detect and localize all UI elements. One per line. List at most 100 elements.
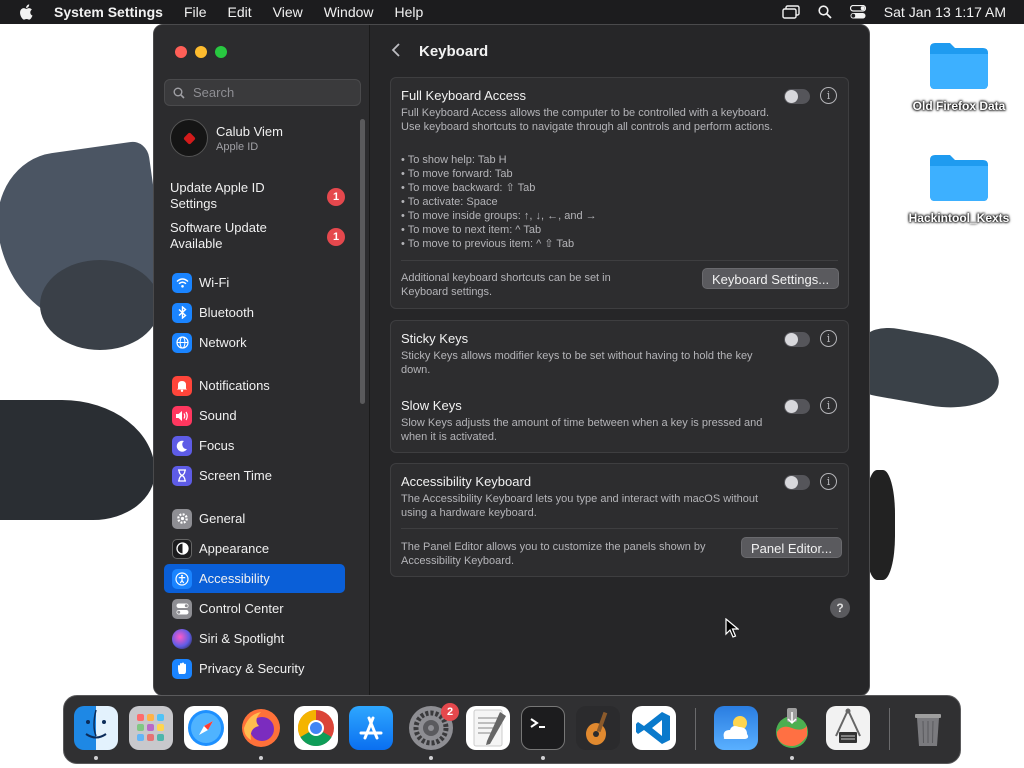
sidebar-item-sound[interactable]: Sound	[164, 401, 345, 430]
menubar-clock[interactable]: Sat Jan 13 1:17 AM	[884, 4, 1006, 20]
avatar	[170, 119, 208, 157]
dock-separator	[889, 708, 890, 750]
profile-name: Calub Viem	[216, 123, 283, 139]
siri-icon	[172, 628, 192, 649]
finder-icon[interactable]	[74, 706, 118, 750]
sidebar-item-focus[interactable]: Focus	[164, 431, 345, 460]
accessibility-keyboard-description: The Accessibility Keyboard lets you type…	[401, 493, 759, 519]
spotlight-icon[interactable]	[818, 5, 832, 19]
accessibility-keyboard-toggle[interactable]	[784, 475, 810, 490]
apple-menu-icon[interactable]	[18, 3, 36, 21]
safari-icon[interactable]	[184, 706, 228, 750]
shortcut-tip: • To move inside groups: ↑, ↓, ←, and →	[401, 210, 597, 222]
dock-separator	[695, 708, 696, 750]
installer-icon[interactable]	[770, 706, 814, 750]
notice-badge: 1	[327, 188, 345, 206]
sidebar-item-label: Screen Time	[199, 468, 272, 483]
bell-icon	[172, 375, 192, 396]
dock-running-indicator	[790, 756, 794, 760]
sidebar-item-wifi[interactable]: Wi-Fi	[164, 268, 345, 297]
vscode-icon[interactable]	[632, 706, 676, 750]
slow-keys-toggle[interactable]	[784, 399, 810, 414]
close-button[interactable]	[175, 46, 187, 58]
shortcut-tip: • To move to next item: ^ Tab	[401, 224, 542, 236]
weather-icon[interactable]	[714, 706, 758, 750]
sidebar-item-control-center[interactable]: Control Center	[164, 594, 345, 623]
panel-editor-note: The Panel Editor allows you to customize…	[401, 541, 706, 567]
profile-subtitle: Apple ID	[216, 140, 259, 153]
garageband-icon[interactable]	[576, 706, 620, 750]
control-center-icon	[172, 598, 192, 619]
sidebar-item-appearance[interactable]: Appearance	[164, 534, 345, 563]
search-input[interactable]	[193, 85, 343, 100]
textedit-icon[interactable]	[466, 706, 510, 750]
apple-id-profile[interactable]: Calub Viem Apple ID	[170, 119, 283, 157]
notice-label: Update Apple ID Settings	[170, 180, 265, 211]
sidebar-item-screen-time[interactable]: Screen Time	[164, 461, 345, 490]
search-icon	[173, 87, 185, 99]
notice-badge: 1	[327, 228, 345, 246]
shortcut-tip: • To move to previous item: ^ ⇧ Tab	[401, 238, 575, 250]
terminal-icon[interactable]	[521, 706, 565, 750]
sidebar-item-bluetooth[interactable]: Bluetooth	[164, 298, 345, 327]
sidebar-item-siri-spotlight[interactable]: Siri & Spotlight	[164, 624, 345, 653]
chrome-icon[interactable]	[294, 706, 338, 750]
launchpad-icon[interactable]	[129, 706, 173, 750]
wifi-icon	[172, 272, 192, 293]
system-info-icon[interactable]	[826, 706, 870, 750]
sidebar-item-label: Control Center	[199, 601, 284, 616]
app-store-icon[interactable]	[349, 706, 393, 750]
back-chevron-icon[interactable]	[391, 42, 401, 63]
sticky-keys-toggle[interactable]	[784, 332, 810, 347]
firefox-icon[interactable]	[239, 706, 283, 750]
zoom-button[interactable]	[215, 46, 227, 58]
menu-file[interactable]: File	[184, 4, 207, 20]
notice-label: Software Update Available	[170, 220, 267, 251]
gear-icon	[172, 508, 192, 529]
shortcut-tip: • To move forward: Tab	[401, 168, 513, 180]
sidebar-item-general[interactable]: General	[164, 504, 345, 533]
screen-mirroring-icon[interactable]	[782, 5, 800, 19]
full-keyboard-access-title: Full Keyboard Access	[401, 88, 527, 103]
dock-running-indicator	[429, 756, 433, 760]
full-keyboard-access-card: Full Keyboard Access Full Keyboard Acces…	[390, 77, 849, 309]
shortcut-tip: • To show help: Tab H	[401, 154, 507, 166]
menu-window[interactable]: Window	[324, 4, 374, 20]
sidebar-item-network[interactable]: Network	[164, 328, 345, 357]
control-center-icon[interactable]	[849, 5, 866, 19]
window-controls	[175, 46, 227, 58]
sidebar-item-label: Notifications	[199, 378, 270, 393]
sidebar-item-notifications[interactable]: Notifications	[164, 371, 345, 400]
menu-help[interactable]: Help	[395, 4, 424, 20]
sidebar-item-label: Accessibility	[199, 571, 270, 586]
menu-app-name[interactable]: System Settings	[54, 4, 163, 20]
speaker-icon	[172, 405, 192, 426]
desktop-folder-old-firefox-data[interactable]: Old Firefox Data	[899, 40, 1019, 113]
sidebar-item-privacy-security[interactable]: Privacy & Security	[164, 654, 345, 683]
software-update-notice[interactable]: Software Update Available 1	[170, 220, 345, 252]
info-icon[interactable]: i	[820, 330, 837, 347]
sidebar-item-label: Bluetooth	[199, 305, 254, 320]
info-icon[interactable]: i	[820, 397, 837, 414]
sidebar-scroll-thumb[interactable]	[360, 119, 365, 404]
folder-icon	[928, 40, 990, 90]
menu-edit[interactable]: Edit	[228, 4, 252, 20]
trash-icon[interactable]	[906, 706, 950, 750]
panel-editor-button[interactable]: Panel Editor...	[741, 537, 842, 558]
update-apple-id-notice[interactable]: Update Apple ID Settings 1	[170, 180, 345, 212]
search-field[interactable]	[164, 79, 361, 106]
info-icon[interactable]: i	[820, 473, 837, 490]
minimize-button[interactable]	[195, 46, 207, 58]
keyboard-settings-button[interactable]: Keyboard Settings...	[702, 268, 840, 289]
sidebar-item-label: Wi-Fi	[199, 275, 230, 290]
info-icon[interactable]: i	[820, 87, 837, 104]
sidebar-item-accessibility[interactable]: Accessibility	[164, 564, 345, 593]
full-keyboard-access-toggle[interactable]	[784, 89, 810, 104]
system-settings-window: Calub Viem Apple ID Update Apple ID Sett…	[153, 24, 870, 696]
sidebar-item-label: Focus	[199, 438, 235, 453]
desktop-folder-hackintool-kexts[interactable]: Hackintool_Kexts	[899, 152, 1019, 225]
menu-bar: System Settings File Edit View Window He…	[0, 0, 1024, 24]
help-button[interactable]: ?	[830, 598, 850, 618]
menu-view[interactable]: View	[273, 4, 303, 20]
accessibility-keyboard-card: Accessibility Keyboard The Accessibility…	[390, 463, 849, 577]
